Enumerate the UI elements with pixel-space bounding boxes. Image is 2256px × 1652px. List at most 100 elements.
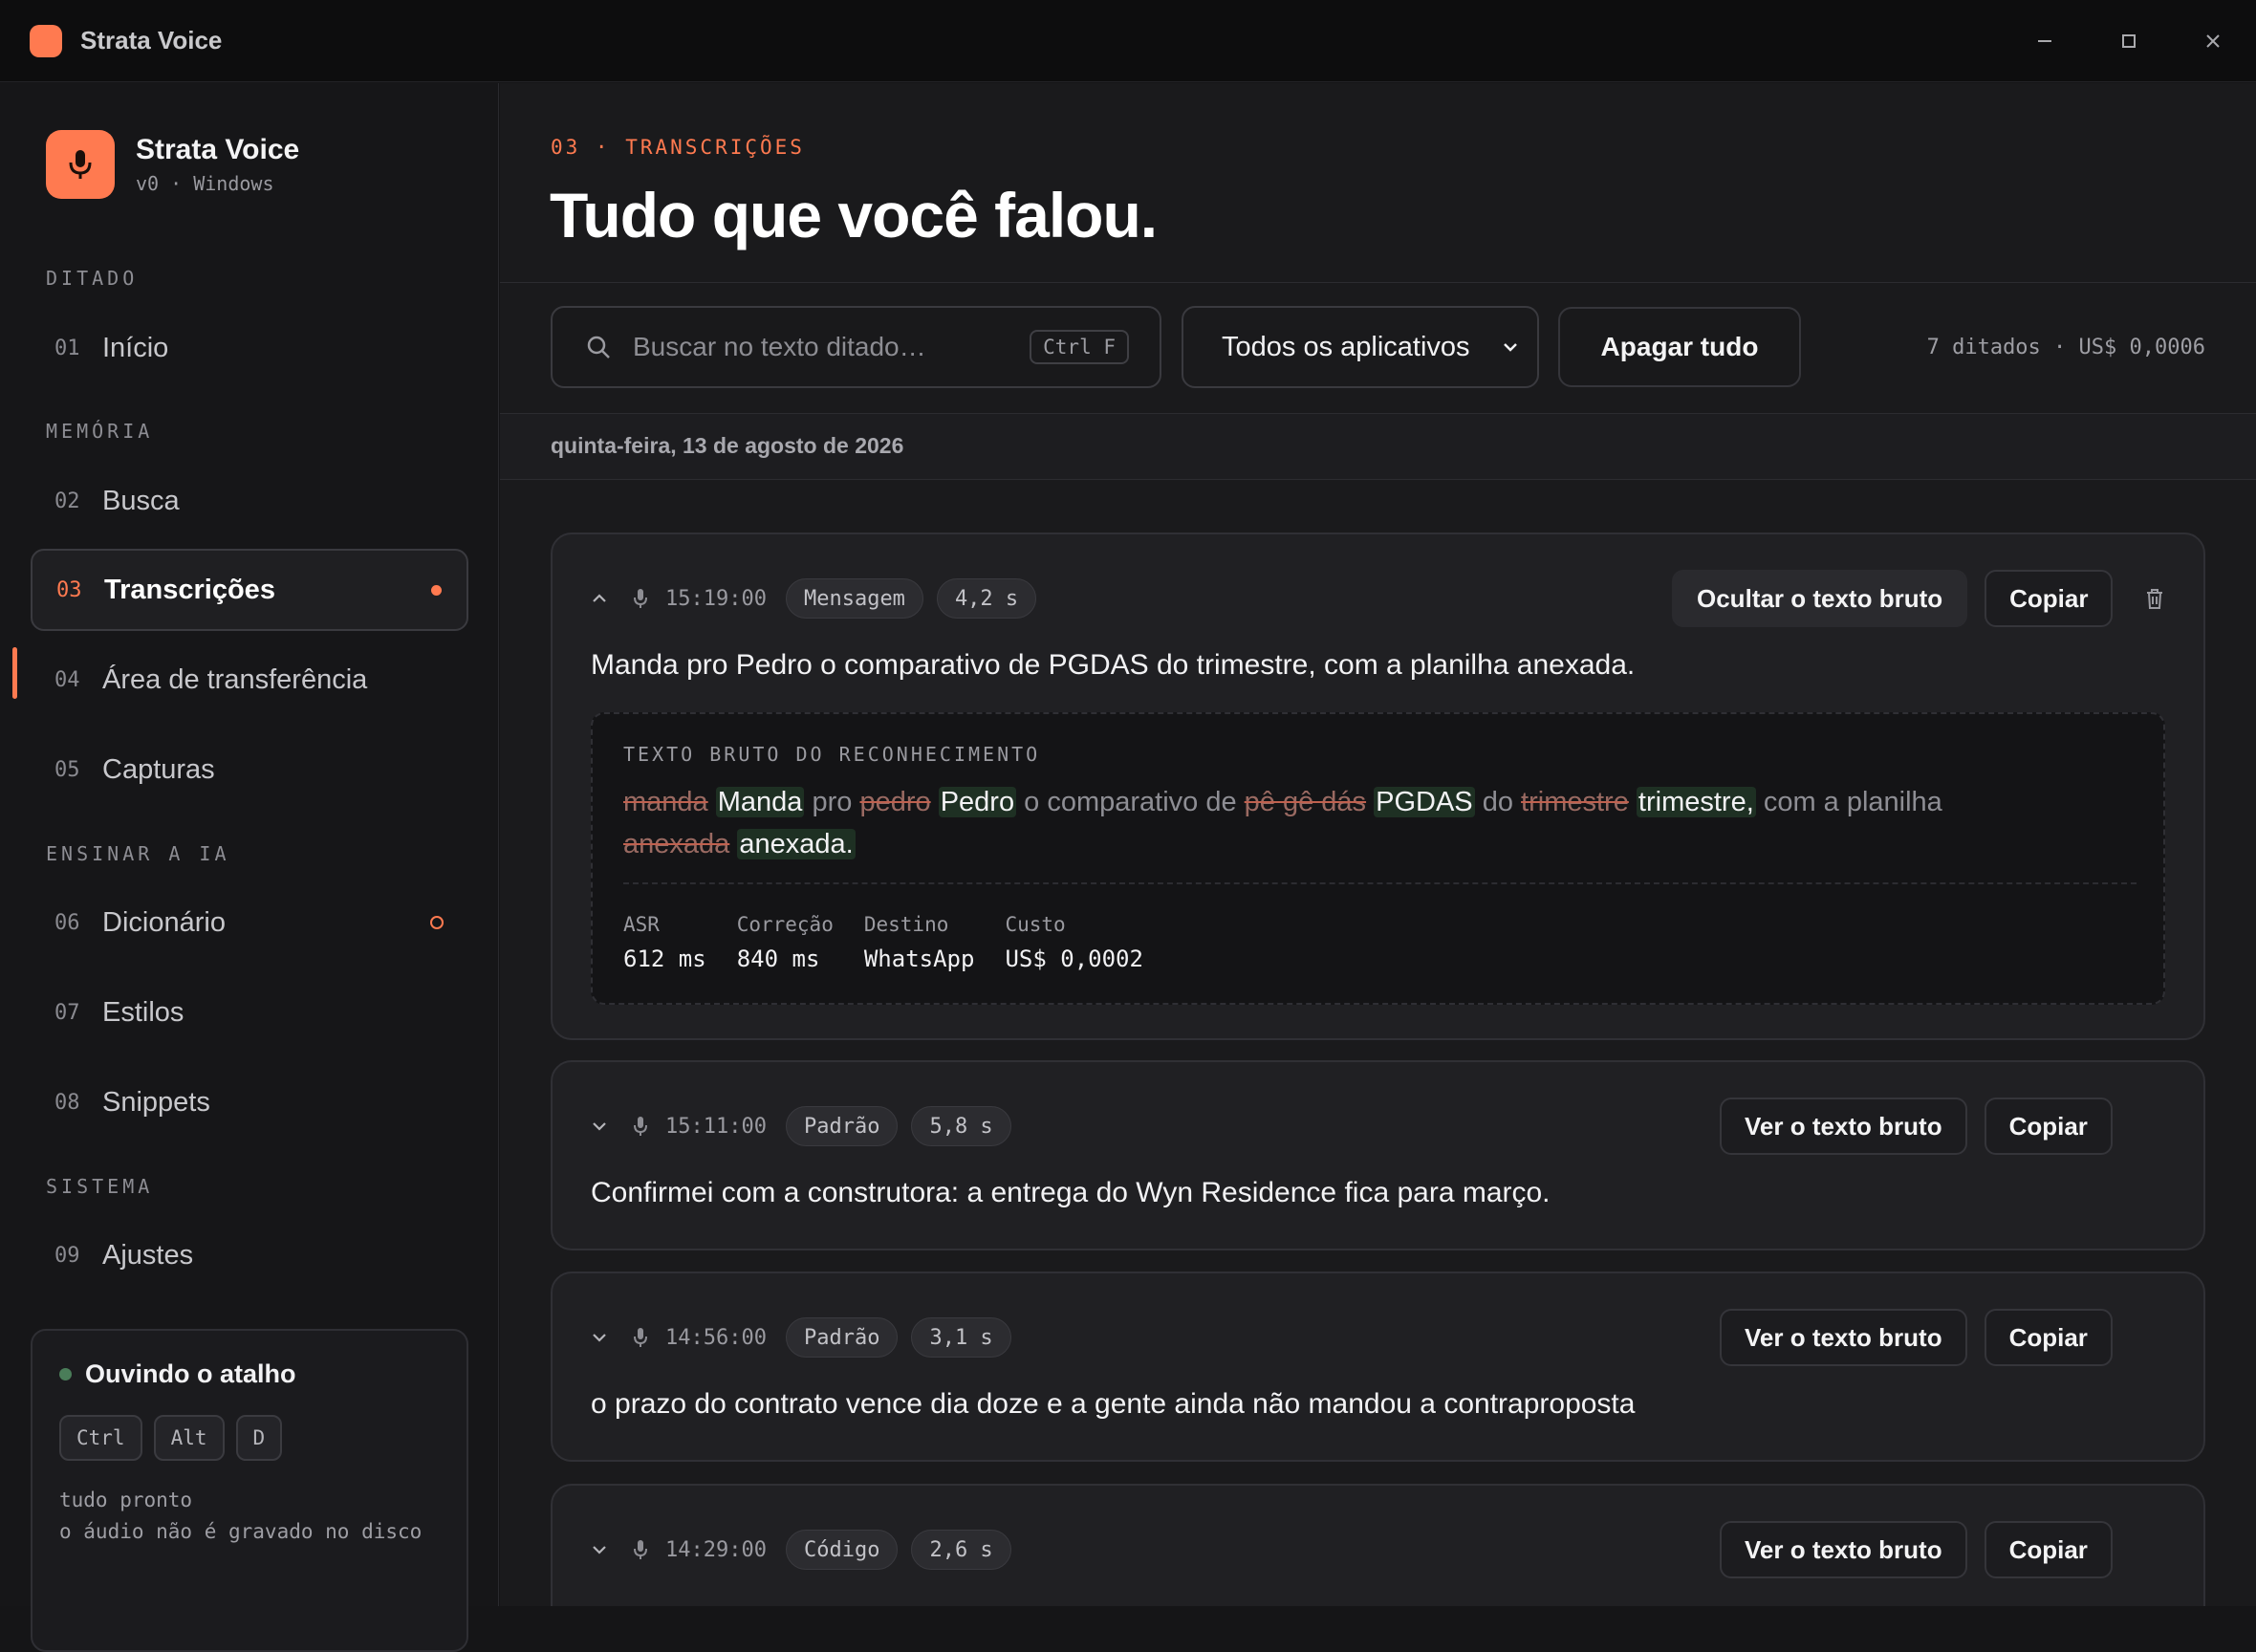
status-line: tudo pronto	[59, 1489, 193, 1511]
window-title: Strata Voice	[80, 26, 223, 54]
divider	[500, 479, 2256, 480]
main-content: 03 · TRANSCRIÇÕES Tudo que você falou. B…	[500, 83, 2256, 1606]
expand-chevron-icon[interactable]	[589, 1539, 610, 1560]
chevron-down-icon	[1504, 343, 1517, 352]
view-raw-text-button[interactable]: Ver o texto bruto	[1720, 1521, 1967, 1578]
removed-token: manda	[623, 787, 708, 817]
status-title: Ouvindo o atalho	[85, 1359, 296, 1388]
close-icon	[2206, 34, 2220, 48]
removed-token: pê gê dás	[1244, 787, 1367, 817]
summary-stats: 7 ditados · US$ 0,0006	[1926, 336, 2205, 359]
removed-token: anexada	[623, 829, 730, 859]
duration-badge: 5,8 s	[911, 1106, 1011, 1146]
sidebar-item-capturas[interactable]: 05 Capturas	[31, 728, 468, 811]
sidebar-item-inicio[interactable]: 01 Início	[31, 307, 468, 389]
date-header: quinta-feira, 13 de agosto de 2026	[500, 414, 2256, 479]
maximize-button[interactable]	[2087, 0, 2171, 82]
nav-label: Ajustes	[102, 1239, 194, 1271]
kept-token: o comparativo de	[1024, 787, 1237, 817]
nav-label: Snippets	[102, 1086, 210, 1118]
sidebar-item-transcricoes[interactable]: 03 Transcrições	[31, 549, 468, 631]
sidebar: Strata Voice v0 · Windows DITADO 01 Iníc…	[0, 83, 499, 1652]
style-badge: Código	[785, 1530, 899, 1570]
privacy-line: o áudio não é gravado no disco	[59, 1520, 423, 1543]
search-placeholder: Buscar no texto ditado…	[633, 332, 926, 361]
sidebar-item-dicionario[interactable]: 06 Dicionário	[31, 881, 468, 964]
search-icon	[587, 336, 610, 359]
brand-version: v0 · Windows	[136, 172, 274, 195]
shortcut-keys: Ctrl Alt D	[59, 1415, 283, 1461]
section-dictation: DITADO	[46, 267, 139, 290]
sidebar-item-area-de-transferencia[interactable]: 04 Área de transferência	[31, 639, 468, 721]
close-button[interactable]	[2171, 0, 2255, 82]
collapse-chevron-icon[interactable]	[589, 588, 610, 609]
brand-mic-icon	[46, 130, 115, 199]
entry-time: 14:29:00	[665, 1537, 767, 1562]
nav-number: 09	[54, 1243, 80, 1268]
transcription-card: 15:11:00 Padrão 5,8 s Ver o texto bruto …	[551, 1060, 2205, 1250]
clear-all-button[interactable]: Apagar tudo	[1558, 307, 1801, 387]
brand: Strata Voice v0 · Windows	[46, 130, 299, 199]
copy-button[interactable]: Copiar	[1984, 1309, 2113, 1366]
sidebar-item-estilos[interactable]: 07 Estilos	[31, 971, 468, 1054]
nav-number: 04	[54, 667, 80, 692]
active-dot-icon	[431, 584, 442, 596]
expand-chevron-icon[interactable]	[589, 1327, 610, 1348]
nav-label: Área de transferência	[102, 663, 368, 695]
divider	[500, 282, 2256, 283]
duration-badge: 3,1 s	[911, 1317, 1011, 1358]
transcription-card: 15:19:00 Mensagem 4,2 s Ocultar o texto …	[551, 533, 2205, 1040]
delete-icon[interactable]	[2136, 570, 2174, 627]
nav-label: Transcrições	[104, 574, 275, 605]
style-badge: Mensagem	[785, 578, 923, 619]
copy-button[interactable]: Copiar	[1985, 570, 2114, 627]
raw-text-diff: manda Manda pro pedro Pedro o comparativ…	[623, 781, 1981, 865]
page-title: Tudo que você falou.	[550, 180, 1158, 250]
divider	[623, 882, 2137, 884]
stat-label: ASR	[623, 913, 660, 936]
mic-icon	[634, 589, 647, 608]
copy-button[interactable]: Copiar	[1984, 1098, 2113, 1155]
expand-chevron-icon[interactable]	[589, 1116, 610, 1137]
stat-label: Destino	[863, 913, 949, 936]
sidebar-item-ajustes[interactable]: 09 Ajustes	[31, 1214, 468, 1296]
inserted-token: anexada.	[737, 829, 856, 859]
raw-label: TEXTO BRUTO DO RECONHECIMENTO	[623, 743, 1041, 766]
app-filter-value: Todos os aplicativos	[1222, 331, 1470, 362]
sidebar-item-snippets[interactable]: 08 Snippets	[31, 1061, 468, 1143]
section-memory: MEMÓRIA	[46, 420, 154, 443]
stat-label: Correção	[736, 913, 834, 936]
sidebar-item-busca[interactable]: 02 Busca	[31, 460, 468, 542]
nav-number: 02	[54, 489, 80, 513]
key-cap: Alt	[153, 1415, 225, 1461]
view-raw-text-button[interactable]: Ver o texto bruto	[1720, 1098, 1967, 1155]
key-cap: D	[235, 1415, 283, 1461]
date-label: quinta-feira, 13 de agosto de 2026	[551, 433, 904, 458]
nav-label: Busca	[102, 485, 180, 516]
kept-token: pro	[812, 787, 853, 817]
entry-time: 15:19:00	[665, 586, 767, 611]
mic-icon	[634, 1117, 647, 1136]
active-indicator	[12, 647, 17, 699]
hide-raw-text-button[interactable]: Ocultar o texto bruto	[1672, 570, 1968, 627]
style-badge: Padrão	[785, 1317, 899, 1358]
entry-text: Confirmei com a construtora: a entrega d…	[591, 1177, 1551, 1208]
maximize-icon	[2122, 34, 2136, 48]
copy-button[interactable]: Copiar	[1984, 1521, 2113, 1578]
view-raw-text-button[interactable]: Ver o texto bruto	[1720, 1309, 1967, 1366]
transcription-card: 14:56:00 Padrão 3,1 s Ver o texto bruto …	[551, 1272, 2205, 1462]
mic-icon	[634, 1328, 647, 1347]
transcription-card: 14:29:00 Código 2,6 s Ver o texto bruto …	[551, 1484, 2205, 1606]
nav-number: 06	[54, 910, 80, 935]
stat-value: WhatsApp	[863, 946, 975, 972]
kept-token: do	[1482, 787, 1513, 817]
nav-number: 01	[54, 336, 80, 360]
key-cap: Ctrl	[59, 1415, 142, 1461]
app-filter-select[interactable]: Todos os aplicativos	[1182, 306, 1539, 388]
minimize-button[interactable]	[2003, 0, 2087, 82]
nav-label: Estilos	[102, 996, 184, 1028]
removed-token: trimestre	[1521, 787, 1629, 817]
search-input[interactable]: Buscar no texto ditado… Ctrl F	[551, 306, 1161, 388]
app-logo-icon	[30, 24, 62, 57]
stat-label: Custo	[1005, 913, 1066, 936]
